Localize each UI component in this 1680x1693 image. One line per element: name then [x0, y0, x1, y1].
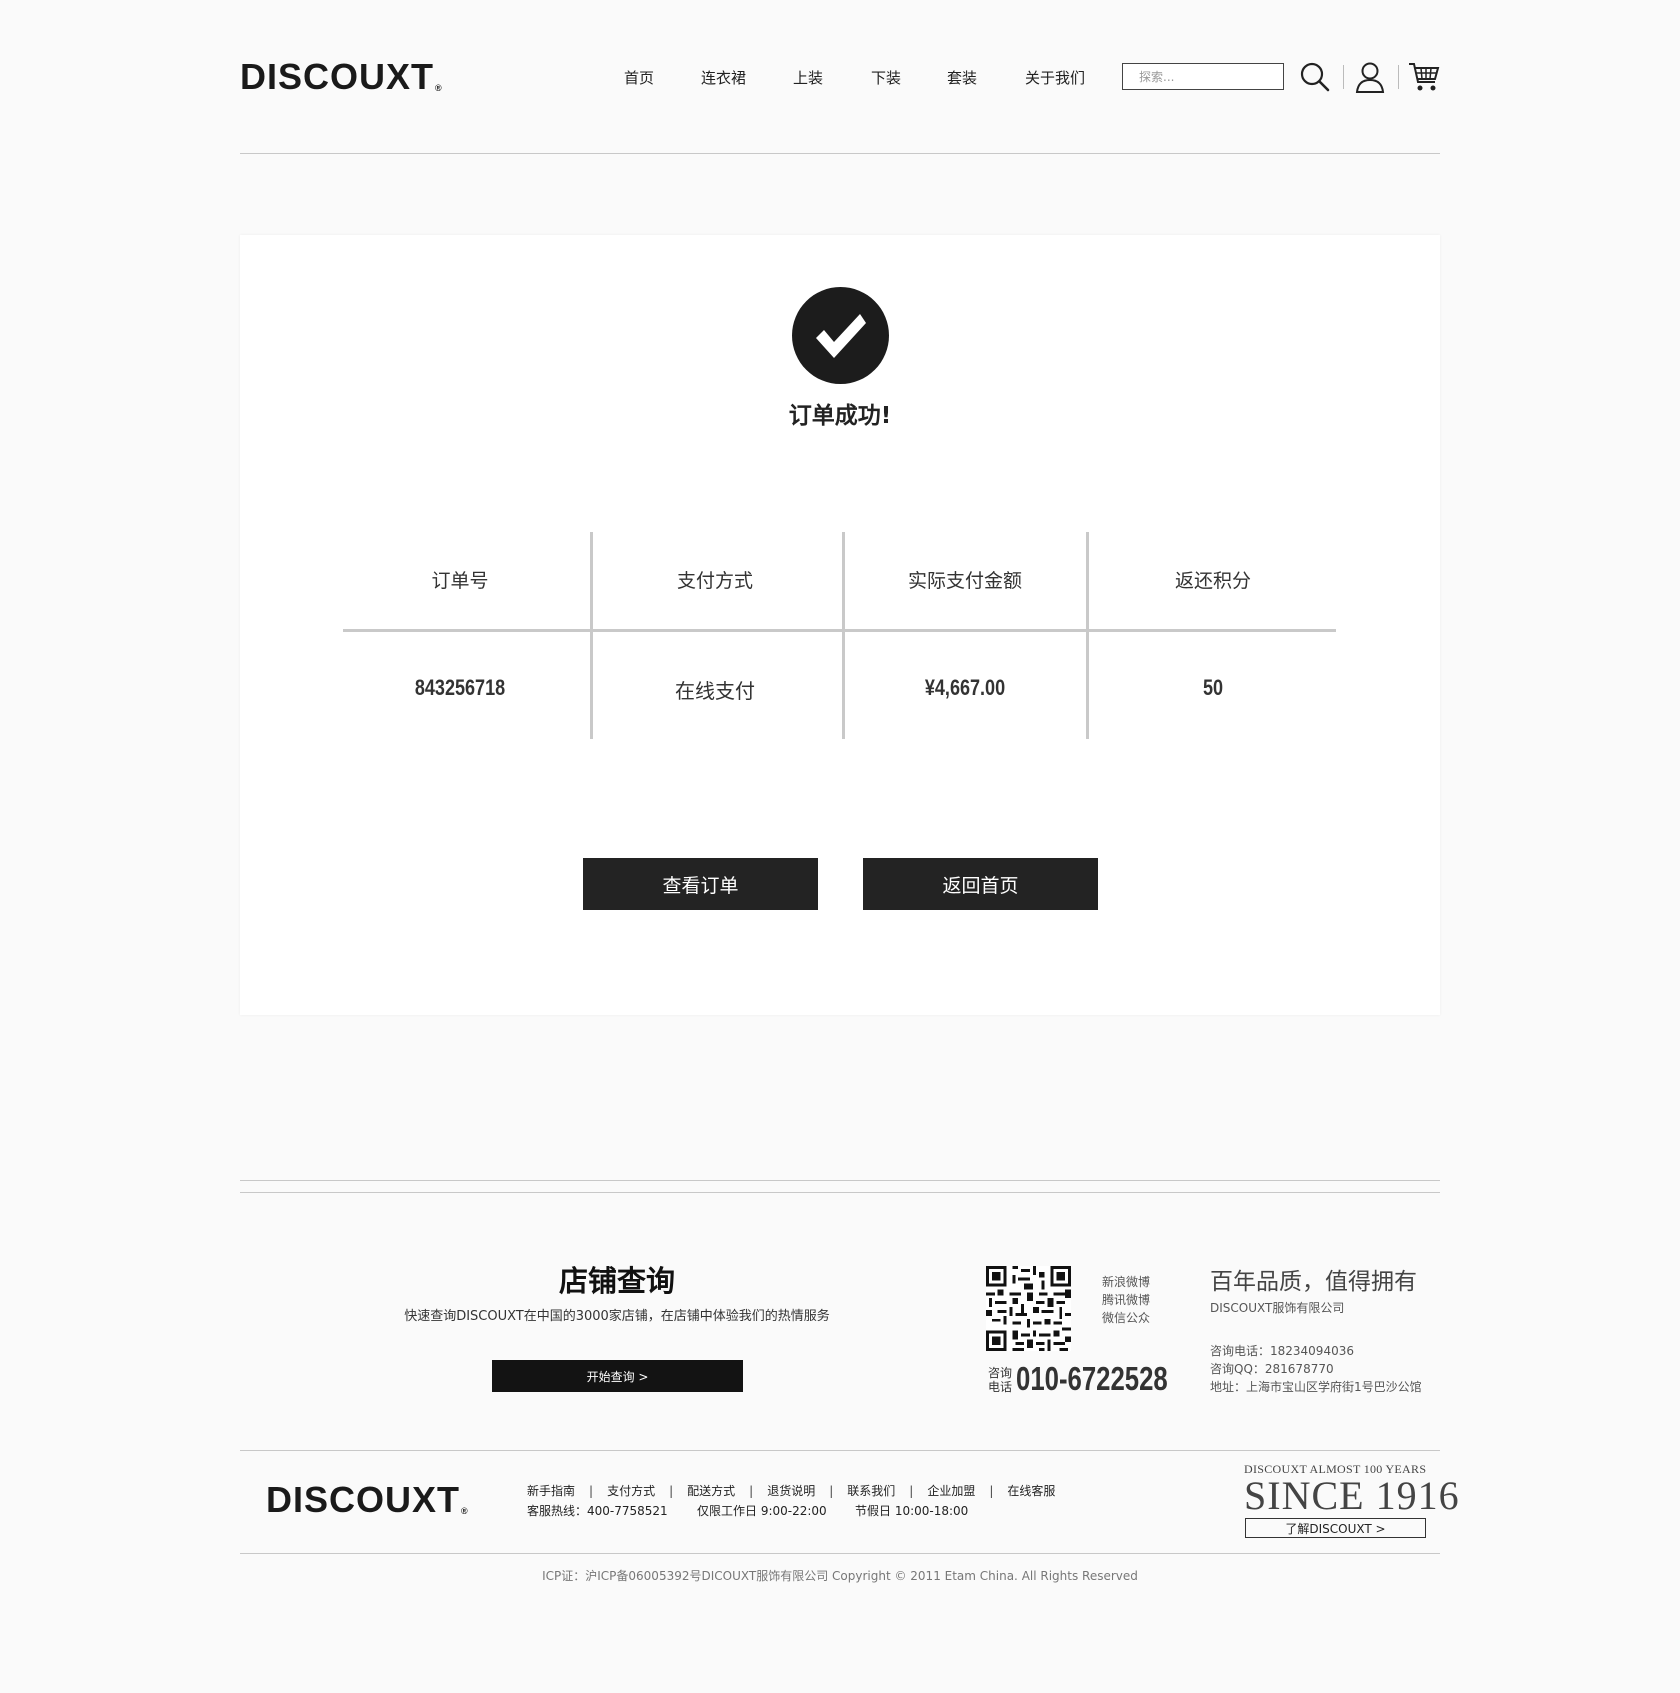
header-logo[interactable]: DISCOUXT® — [240, 56, 443, 98]
qr-code-icon — [986, 1266, 1071, 1351]
nav-about[interactable]: 关于我们 — [1025, 67, 1085, 88]
reward-points: 50 — [1202, 675, 1224, 700]
table-header-order-no: 订单号 — [431, 570, 489, 592]
paid-amount: ¥4,667.00 — [924, 675, 1006, 700]
store-finder-title: 店铺查询 — [558, 1264, 675, 1298]
consult-qq: 咨询QQ：281678770 — [1210, 1362, 1334, 1376]
link-separator: | — [669, 1484, 674, 1498]
back-home-button[interactable]: 返回首页 — [863, 858, 1098, 910]
tencent-weibo-link[interactable]: 腾讯微博 — [1102, 1291, 1150, 1308]
nav-tops[interactable]: 上装 — [793, 67, 823, 88]
footer-link-payment[interactable]: 支付方式 — [607, 1484, 655, 1498]
account-button[interactable] — [1351, 58, 1389, 96]
footer-bottom-line — [240, 1553, 1440, 1554]
consult-phone: 咨询电话：18234094036 — [1210, 1344, 1354, 1358]
nav-dresses[interactable]: 连衣裙 — [701, 67, 746, 88]
footer-top-line — [240, 1192, 1440, 1193]
order-number: 843256718 — [414, 675, 506, 700]
store-finder-description: 快速查询DISCOUXT在中国的3000家店铺，在店铺中体验我们的热情服务 — [404, 1309, 830, 1324]
consult-hotline: 010-6722528 — [1016, 1360, 1168, 1397]
logo-registered-mark: ® — [461, 1506, 469, 1516]
copyright: ICP证：沪ICP备06005392号DICOUXT服饰有限公司 Copyrig… — [542, 1569, 1138, 1583]
logo-text: DISCOUXT — [266, 1479, 461, 1520]
search-input[interactable] — [1122, 63, 1284, 90]
wechat-link[interactable]: 微信公众 — [1102, 1309, 1150, 1326]
user-icon — [1355, 62, 1385, 93]
link-separator: | — [749, 1484, 754, 1498]
nav-bottoms[interactable]: 下装 — [871, 67, 901, 88]
cart-icon — [1409, 63, 1440, 91]
payment-method: 在线支付 — [675, 679, 755, 703]
service-hotline: 客服热线：400-7758521 — [527, 1504, 668, 1518]
logo-text: DISCOUXT — [240, 56, 435, 97]
quality-slogan: 百年品质，值得拥有 — [1210, 1269, 1417, 1295]
footer-links: 新手指南 | 支付方式 | 配送方式 | 退货说明 | 联系我们 | 企业加盟 | 在线客服 — [527, 1482, 1055, 1499]
table-header-amount: 实际支付金额 — [907, 570, 1022, 592]
since-year: SINCE 1916 — [1244, 1473, 1460, 1518]
success-title: 订单成功! — [788, 403, 892, 429]
start-store-search-button[interactable]: 开始查询 > — [492, 1360, 743, 1392]
footer-link-contact[interactable]: 联系我们 — [847, 1484, 895, 1498]
header-bottom-line — [240, 153, 1440, 154]
table-column-divider — [1086, 532, 1089, 739]
footer-link-returns[interactable]: 退货说明 — [767, 1484, 815, 1498]
footer-link-delivery[interactable]: 配送方式 — [687, 1484, 735, 1498]
table-header-points: 返还积分 — [1174, 570, 1251, 592]
work-hours: 仅限工作日 9:00-22:00 — [697, 1504, 827, 1518]
view-order-button[interactable]: 查看订单 — [583, 858, 818, 910]
nav-home[interactable]: 首页 — [624, 67, 654, 88]
link-separator: | — [589, 1484, 594, 1498]
logo-registered-mark: ® — [435, 83, 443, 93]
table-column-divider — [842, 532, 845, 739]
link-separator: | — [909, 1484, 914, 1498]
consult-label-line: 电话 — [988, 1380, 1013, 1394]
success-badge — [792, 287, 889, 384]
footer-logo[interactable]: DISCOUXT® — [266, 1479, 469, 1521]
footer-link-franchise[interactable]: 企业加盟 — [927, 1484, 975, 1498]
table-row-divider — [343, 629, 1336, 632]
header-divider — [1343, 65, 1344, 89]
nav-sets[interactable]: 套装 — [947, 67, 977, 88]
about-discouxt-button[interactable]: 了解DISCOUXT > — [1245, 1518, 1426, 1538]
search-button[interactable] — [1296, 58, 1334, 96]
table-column-divider — [590, 532, 593, 739]
cart-button[interactable] — [1405, 58, 1443, 96]
consult-label: 咨询 电话 — [988, 1366, 1012, 1394]
footer-divider — [240, 1450, 1440, 1451]
footer-link-online-service[interactable]: 在线客服 — [1007, 1484, 1055, 1498]
search-icon — [1300, 62, 1330, 92]
link-separator: | — [829, 1484, 834, 1498]
footer-link-guide[interactable]: 新手指南 — [527, 1484, 575, 1498]
footer-top-line — [240, 1180, 1440, 1181]
table-header-payment-method: 支付方式 — [676, 570, 753, 592]
address: 地址：上海市宝山区学府街1号巴沙公馆 — [1210, 1380, 1422, 1394]
checkmark-icon — [815, 313, 866, 358]
header-divider — [1398, 65, 1399, 89]
consult-label-line: 咨询 — [988, 1366, 1013, 1380]
holiday-hours: 节假日 10:00-18:00 — [855, 1504, 969, 1518]
sina-weibo-link[interactable]: 新浪微博 — [1102, 1273, 1150, 1290]
link-separator: | — [989, 1484, 994, 1498]
company-name: DISCOUXT服饰有限公司 — [1210, 1301, 1345, 1315]
